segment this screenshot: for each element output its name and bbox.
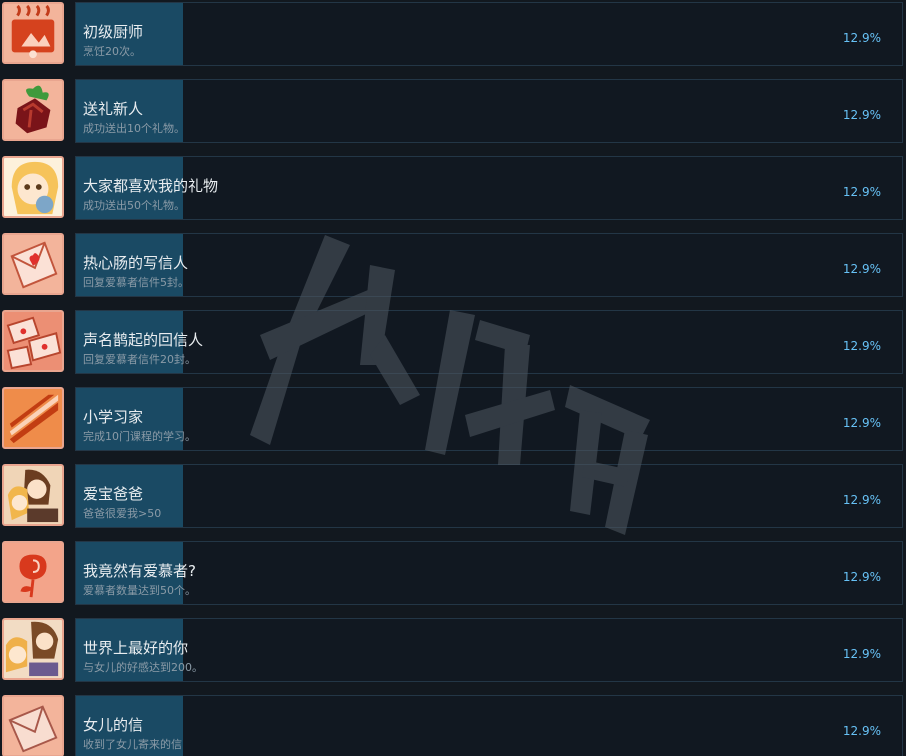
achievement-description: 成功送出50个礼物。 (83, 199, 185, 212)
love-letter-icon (2, 233, 64, 295)
achievement-description: 爸爸很爱我>50 (83, 507, 162, 520)
achievement-row: 热心肠的写信人回复爱慕者信件5封。 12.9% (0, 231, 906, 301)
unlock-percentage: 12.9% (842, 31, 881, 45)
achievement-title: 送礼新人 (83, 100, 144, 118)
cooking-stove-icon (2, 2, 64, 64)
rose-icon (2, 541, 64, 603)
unlock-percentage: 12.9% (842, 724, 881, 738)
achievement-description: 完成10门课程的学习。 (83, 430, 196, 443)
achievement-panel: 世界上最好的你与女儿的好感达到200。 12.9% (75, 618, 903, 682)
gift-box-icon (2, 79, 64, 141)
unlock-percentage: 12.9% (842, 416, 881, 430)
achievement-list: 初级厨师 烹饪20次。 12.9% 送礼新人 成功送出10个礼物。 12.9% 大家都喜欢我… (0, 0, 906, 756)
achievement-row: 声名鹊起的回信人回复爱慕者信件20封。 12.9% (0, 308, 906, 378)
achievement-panel: 送礼新人成功送出10个礼物。 12.9% (75, 79, 903, 143)
achievement-panel: 小学习家完成10门课程的学习。 12.9% (75, 387, 903, 451)
achievement-title: 大家都喜欢我的礼物 (83, 177, 219, 195)
achievement-title: 热心肠的写信人 (83, 254, 189, 272)
achievement-row: 爱宝爸爸爸爸很爱我>50 12.9% (0, 462, 906, 532)
achievement-description: 回复爱慕者信件5封。 (83, 276, 189, 289)
father-daughter-icon (2, 464, 64, 526)
achievement-panel: 女儿的信收到了女儿寄来的信 12.9% (75, 695, 903, 756)
achievement-title: 声名鹊起的回信人 (83, 331, 204, 349)
achievement-title: 初级厨师 (83, 23, 144, 41)
achievement-row: 初级厨师烹饪20次。 12.9% (0, 0, 906, 70)
unlock-percentage: 12.9% (842, 185, 881, 199)
books-icon (2, 387, 64, 449)
achievement-title: 爱宝爸爸 (83, 485, 144, 503)
achievement-panel: 大家都喜欢我的礼物成功送出50个礼物。 12.9% (75, 156, 903, 220)
many-letters-icon (2, 310, 64, 372)
achievement-description: 爱慕者数量达到50个。 (83, 584, 196, 597)
unlock-percentage: 12.9% (842, 108, 881, 122)
achievement-row: 我竟然有爱慕者? 爱慕者数量达到50个。 12.9% (0, 539, 906, 609)
unlock-percentage: 12.9% (842, 647, 881, 661)
achievement-panel: 热心肠的写信人回复爱慕者信件5封。 12.9% (75, 233, 903, 297)
achievement-panel: 初级厨师烹饪20次。 12.9% (75, 2, 903, 66)
achievement-panel: 爱宝爸爸爸爸很爱我>50 12.9% (75, 464, 903, 528)
achievement-description: 回复爱慕者信件20封。 (83, 353, 196, 366)
achievement-title: 女儿的信 (83, 716, 144, 734)
unlock-percentage: 12.9% (842, 339, 881, 353)
achievement-row: 大家都喜欢我的礼物成功送出50个礼物。 12.9% (0, 154, 906, 224)
achievement-description: 与女儿的好感达到200。 (83, 661, 203, 674)
girl-with-yarn-icon (2, 156, 64, 218)
achievement-description: 烹饪20次。 (83, 45, 141, 58)
achievement-panel: 我竟然有爱慕者? 爱慕者数量达到50个。 12.9% (75, 541, 903, 605)
unlock-percentage: 12.9% (842, 570, 881, 584)
envelope-icon (2, 695, 64, 756)
unlock-percentage: 12.9% (842, 493, 881, 507)
achievement-title: 我竟然有爱慕者? (83, 562, 196, 580)
unlock-percentage: 12.9% (842, 262, 881, 276)
achievement-title: 小学习家 (83, 408, 144, 426)
achievement-description: 成功送出10个礼物。 (83, 122, 185, 135)
achievement-row: 送礼新人成功送出10个礼物。 12.9% (0, 77, 906, 147)
achievement-row: 女儿的信收到了女儿寄来的信 12.9% (0, 693, 906, 756)
achievement-row: 世界上最好的你与女儿的好感达到200。 12.9% (0, 616, 906, 686)
achievement-row: 小学习家完成10门课程的学习。 12.9% (0, 385, 906, 455)
achievement-title: 世界上最好的你 (83, 639, 189, 657)
family-hug-icon (2, 618, 64, 680)
achievement-panel: 声名鹊起的回信人回复爱慕者信件20封。 12.9% (75, 310, 903, 374)
achievement-description: 收到了女儿寄来的信 (83, 738, 182, 751)
